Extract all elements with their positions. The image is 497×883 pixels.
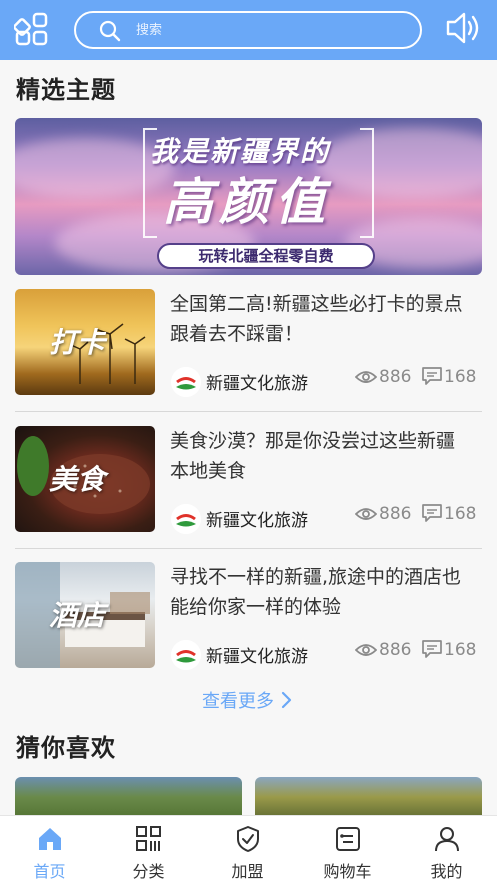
tab-profile[interactable]: 我的 [397,816,496,883]
home-icon [36,825,64,853]
chevron-right-icon [280,691,292,714]
article-card[interactable]: 打卡 全国第二高!新疆这些必打卡的景点跟着去不踩雷！ 新疆文化旅游 886 16… [15,289,482,409]
article-thumbnail: 酒店 [15,562,155,668]
eye-icon [354,642,378,663]
author-logo [171,367,201,397]
bottom-tab-bar: 首页 分类 加盟 购物车 我的 [0,815,497,883]
article-card[interactable]: 酒店 寻找不一样的新疆,旅途中的酒店也能给你家一样的体验 新疆文化旅游 886 … [15,562,482,682]
featured-section-title: 精选主题 [16,76,116,104]
category-icon [135,825,163,853]
recommend-section-title: 猜你喜欢 [16,734,116,762]
tab-home[interactable]: 首页 [0,816,99,883]
speaker-icon[interactable] [444,10,484,46]
article-thumbnail: 美食 [15,426,155,532]
divider [15,411,482,412]
user-icon [433,825,461,853]
tab-join[interactable]: 加盟 [198,816,297,883]
divider [15,548,482,549]
author-logo [171,504,201,534]
comment-icon [422,640,442,663]
article-title[interactable]: 全国第二高!新疆这些必打卡的景点跟着去不踩雷！ [170,289,480,349]
eye-icon [354,369,378,390]
view-more-link[interactable]: 查看更多 [202,687,292,714]
grid-icon[interactable] [13,11,50,47]
thumbnail-label: 美食 [49,463,106,496]
shield-icon [234,825,262,853]
search-input[interactable] [136,20,396,40]
article-card[interactable]: 美食 美食沙漠？那是你没尝过这些新疆 本地美食 新疆文化旅游 886 168 [15,426,482,546]
thumbnail-label: 酒店 [49,599,106,632]
top-bar [0,0,497,60]
author-name[interactable]: 新疆文化旅游 [206,642,308,667]
tab-cart[interactable]: 购物车 [298,816,397,883]
featured-banner[interactable]: 我是新疆界的 高颜值 玩转北疆全程零自费 [15,118,482,275]
article-title[interactable]: 美食沙漠？那是你没尝过这些新疆 本地美食 [170,426,480,486]
author-name[interactable]: 新疆文化旅游 [206,369,308,394]
view-count: 886 [354,367,411,390]
comment-count: 168 [422,367,476,390]
view-count: 886 [354,504,411,527]
comment-count: 168 [422,640,476,663]
cart-icon [334,825,362,853]
tab-category[interactable]: 分类 [99,816,198,883]
banner-title: 高颜值 [163,173,331,231]
thumbnail-label: 打卡 [49,326,106,359]
comment-icon [422,504,442,527]
view-count: 886 [354,640,411,663]
eye-icon [354,506,378,527]
author-name[interactable]: 新疆文化旅游 [206,506,308,531]
article-thumbnail: 打卡 [15,289,155,395]
banner-tagline: 玩转北疆全程零自费 [157,243,375,269]
comment-icon [422,367,442,390]
article-title[interactable]: 寻找不一样的新疆,旅途中的酒店也能给你家一样的体验 [170,562,480,622]
search-bar[interactable] [74,11,422,49]
comment-count: 168 [422,504,476,527]
author-logo [171,640,201,670]
search-icon [98,19,122,47]
